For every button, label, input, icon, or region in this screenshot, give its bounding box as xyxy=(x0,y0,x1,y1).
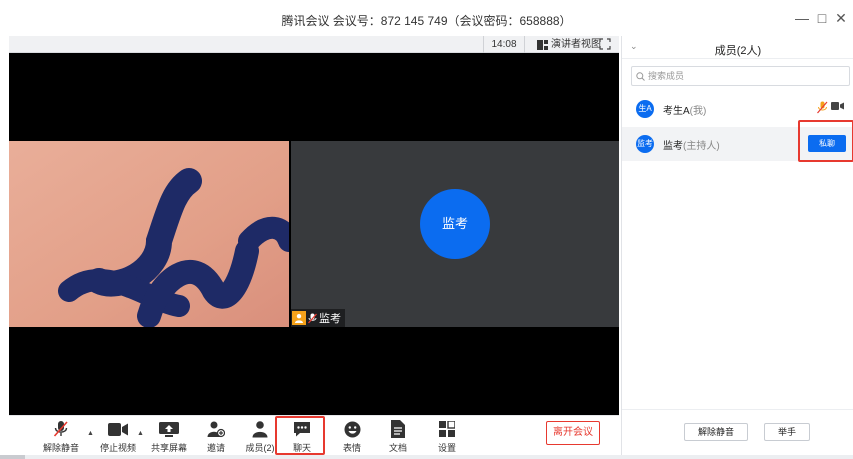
documents-button[interactable]: 文档 xyxy=(373,418,423,454)
layout-icon xyxy=(537,39,548,50)
private-chat-highlight-box xyxy=(798,120,853,162)
stop-video-button[interactable]: 停止视频 xyxy=(93,418,143,454)
raise-hand-button[interactable]: 举手 xyxy=(764,423,810,441)
mic-muted-icon[interactable] xyxy=(817,101,828,114)
members-panel-header: ⌄ 成员(2人) xyxy=(622,36,853,59)
bottom-scroll-thumb[interactable] xyxy=(0,455,25,459)
members-icon xyxy=(252,421,268,438)
member-role: (主持人) xyxy=(683,140,720,152)
title-bar: 腾讯会议 会议号：872 145 749（会议密码：658888） — □ ✕ xyxy=(0,0,853,36)
share-screen-icon xyxy=(159,421,179,437)
fullscreen-icon xyxy=(599,38,611,50)
member-avatar: 生A xyxy=(636,100,654,118)
member-name: 监考(主持人) xyxy=(663,137,720,152)
unmute-label: 解除静音 xyxy=(42,443,79,453)
member-name-text: 考生A xyxy=(663,105,690,117)
minimize-button[interactable]: — xyxy=(792,10,812,26)
muted-mic-icon xyxy=(308,313,317,323)
video-on-icon[interactable] xyxy=(831,101,844,111)
video-stage: 监考 监考 xyxy=(9,53,619,415)
invite-button[interactable]: 邀请 xyxy=(191,418,241,454)
speaker-view-label: 演讲者视图 xyxy=(551,39,601,50)
mic-muted-icon xyxy=(53,421,68,437)
maximize-button[interactable]: □ xyxy=(812,10,832,26)
host-badge-icon xyxy=(292,311,306,325)
members-panel: ⌄ 成员(2人) 生A 考生A(我) 监考 监考(主持人) 私聊 xyxy=(621,36,853,455)
stop-video-label: 停止视频 xyxy=(99,443,136,453)
members-panel-footer: 解除静音 举手 xyxy=(622,409,853,455)
meeting-toolbar: 解除静音 ▲ 停止视频 ▲ 共享屏幕 邀请 成员(2) 聊天 表情 文档 设置 … xyxy=(9,415,619,455)
speaker-view-button[interactable]: 演讲者视图 xyxy=(537,36,601,53)
members-panel-title: 成员(2人) xyxy=(714,45,762,57)
camera-icon xyxy=(108,422,128,436)
meeting-timer: 14:08 xyxy=(483,36,525,53)
host-name-label: 监考 xyxy=(319,313,341,325)
video-top-strip: 14:08 演讲者视图 xyxy=(9,36,619,53)
camera-image xyxy=(9,141,289,327)
settings-label: 设置 xyxy=(437,443,456,453)
host-name-tag: 监考 xyxy=(291,309,345,327)
video-options-caret[interactable]: ▲ xyxy=(137,430,144,437)
member-name-text: 监考 xyxy=(663,140,683,152)
emoji-icon xyxy=(344,421,360,437)
panel-unmute-button[interactable]: 解除静音 xyxy=(684,423,748,441)
member-name: 考生A(我) xyxy=(663,102,706,117)
search-icon xyxy=(636,71,645,81)
documents-label: 文档 xyxy=(388,443,407,453)
document-icon xyxy=(391,420,405,438)
settings-button[interactable]: 设置 xyxy=(422,418,472,454)
bottom-scroll-strip xyxy=(0,455,853,459)
member-avatar: 监考 xyxy=(636,135,654,153)
share-screen-label: 共享屏幕 xyxy=(150,443,187,453)
settings-grid-icon xyxy=(439,421,455,437)
member-role: (我) xyxy=(689,105,707,117)
fullscreen-button[interactable] xyxy=(599,38,611,50)
leave-meeting-button[interactable]: 离开会议 xyxy=(546,421,600,445)
member-search-input[interactable] xyxy=(648,71,838,81)
member-search-box[interactable] xyxy=(631,66,850,86)
host-video-tile[interactable]: 监考 监考 xyxy=(291,141,619,327)
add-user-icon xyxy=(207,421,225,438)
member-status-icons xyxy=(817,101,844,114)
share-screen-button[interactable]: 共享屏幕 xyxy=(144,418,194,454)
invite-label: 邀请 xyxy=(206,443,225,453)
members-label: 成员(2) xyxy=(245,443,275,453)
participant-camera-feed xyxy=(9,141,289,327)
unmute-button[interactable]: 解除静音 xyxy=(36,418,86,454)
reactions-button[interactable]: 表情 xyxy=(327,418,377,454)
chat-highlight-box xyxy=(275,416,325,455)
window-title: 腾讯会议 会议号：872 145 749（会议密码：658888） xyxy=(281,14,572,28)
host-avatar-large: 监考 xyxy=(420,189,490,259)
close-button[interactable]: ✕ xyxy=(831,10,851,27)
reactions-label: 表情 xyxy=(342,443,361,453)
